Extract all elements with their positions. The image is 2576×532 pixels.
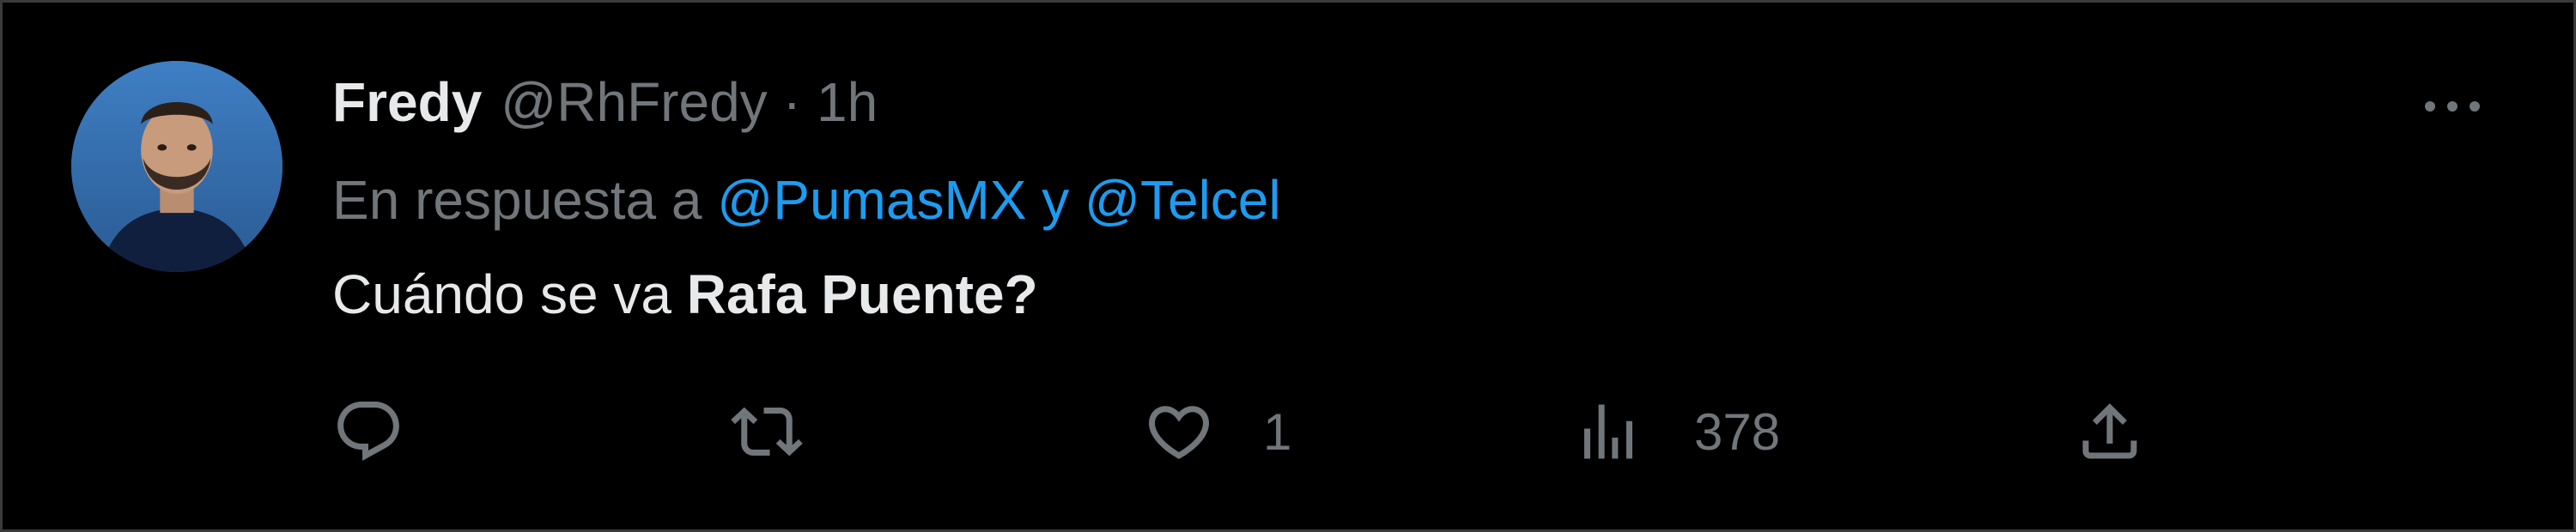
tweet-card[interactable]: Fredy @RhFredy · 1h En respuesta a @Puma… xyxy=(0,0,2576,532)
tweet-text-part-2: Rafa Puente? xyxy=(686,263,1038,325)
avatar[interactable] xyxy=(71,61,283,272)
display-name[interactable]: Fredy xyxy=(332,70,482,134)
views-icon xyxy=(1584,404,1632,459)
reply-joiner: y xyxy=(1042,169,1070,231)
action-bar: 1 378 xyxy=(3,390,2576,473)
timestamp[interactable]: 1h xyxy=(817,70,878,134)
avatar-image xyxy=(71,61,283,272)
tweet-text: Cuándo se va Rafa Puente? xyxy=(332,260,1038,329)
share-button[interactable] xyxy=(2074,390,2146,473)
reply-button[interactable] xyxy=(332,390,404,473)
more-icon xyxy=(2425,101,2480,112)
views-count: 378 xyxy=(1694,402,1781,461)
tweet-text-part-1: Cuándo se va xyxy=(332,263,671,325)
mention-link-telcel[interactable]: @Telcel xyxy=(1084,168,1281,232)
reply-context: En respuesta a @PumasMX y @Telcel xyxy=(332,166,1281,234)
retweet-button[interactable] xyxy=(731,390,803,473)
share-icon xyxy=(2082,403,2137,459)
tweet-header: Fredy @RhFredy · 1h xyxy=(332,68,878,136)
reply-prefix: En respuesta a xyxy=(332,169,702,231)
retweet-icon xyxy=(731,407,803,456)
like-button[interactable]: 1 xyxy=(1143,390,1291,473)
heart-icon xyxy=(1148,406,1210,460)
user-handle[interactable]: @RhFredy xyxy=(501,70,767,134)
reply-icon xyxy=(337,402,399,461)
mention-link-pumasmx[interactable]: @PumasMX xyxy=(717,168,1026,232)
more-options-button[interactable] xyxy=(2414,85,2491,128)
like-count: 1 xyxy=(1263,402,1292,461)
views-button[interactable]: 378 xyxy=(1572,390,1780,473)
separator-dot: · xyxy=(782,71,801,133)
